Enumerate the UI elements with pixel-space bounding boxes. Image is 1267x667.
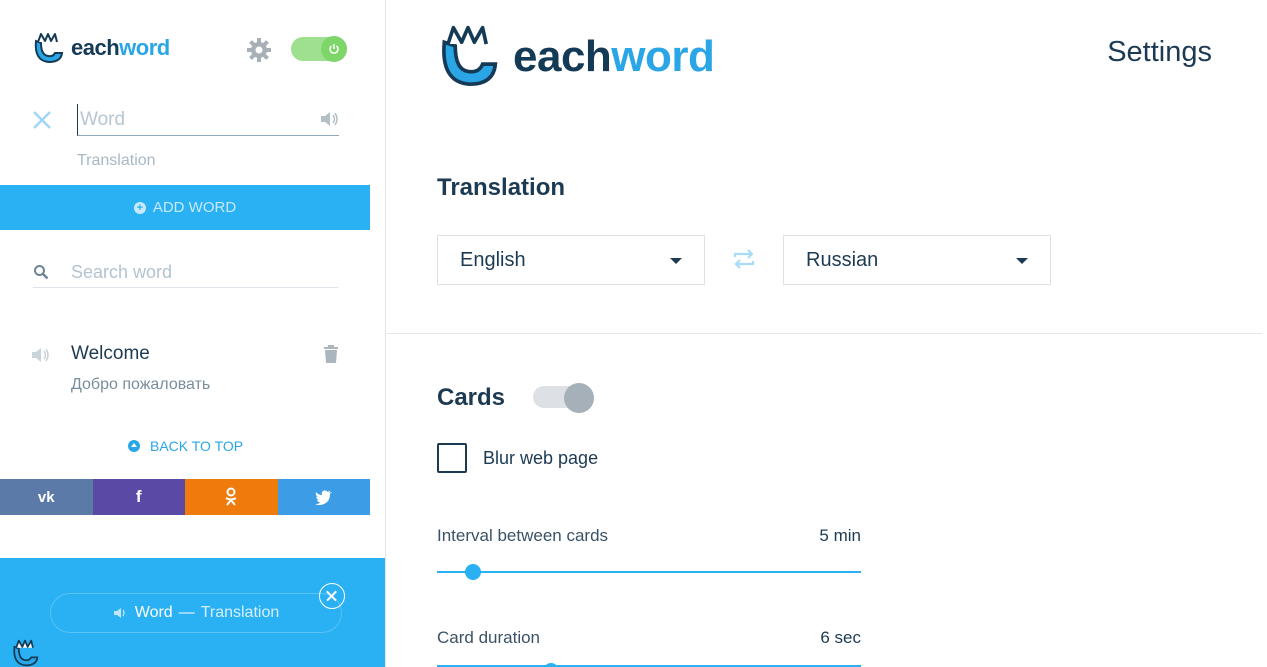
logo-each: each <box>71 35 120 60</box>
odnoklassniki-share-button[interactable] <box>185 479 278 515</box>
preview-dash: — <box>178 604 195 621</box>
close-preview-button[interactable] <box>319 583 345 609</box>
logo-word: word <box>119 35 170 60</box>
speaker-icon[interactable] <box>30 346 52 364</box>
swap-languages-icon[interactable] <box>732 248 756 270</box>
word-input[interactable] <box>77 104 339 136</box>
speaker-icon[interactable] <box>318 108 340 130</box>
back-to-top-link[interactable]: BACK TO TOP <box>128 438 243 454</box>
list-item-word: Welcome <box>71 343 150 364</box>
plus-icon: + <box>133 201 146 214</box>
card-preview: Word — Translation <box>0 558 385 667</box>
card-duration-label: Card duration <box>437 628 541 647</box>
section-divider <box>387 333 1262 334</box>
search-underline <box>33 287 71 288</box>
gear-icon[interactable] <box>245 36 273 64</box>
interval-value: 5 min <box>819 526 861 545</box>
slider-thumb[interactable] <box>465 564 482 580</box>
eachword-mascot-icon <box>442 25 498 87</box>
power-toggle[interactable] <box>291 36 347 62</box>
add-word-label: ADD WORD <box>152 199 237 216</box>
search-input[interactable] <box>71 258 338 288</box>
twitter-share-button[interactable] <box>277 479 370 515</box>
sidebar: eachword + ADD WORD <box>0 0 386 667</box>
social-bar: vk f <box>0 479 370 515</box>
cards-section-title: Cards <box>437 384 506 411</box>
eachword-logo[interactable]: eachword <box>31 31 170 65</box>
facebook-icon: f <box>135 487 142 506</box>
logo-word: word <box>611 32 715 81</box>
blur-web-page-checkbox[interactable] <box>437 443 467 473</box>
vk-icon: vk <box>37 488 55 506</box>
cards-toggle[interactable] <box>533 383 594 413</box>
chevron-down-icon <box>670 258 682 264</box>
logo-text: eachword <box>71 35 170 61</box>
slider-thumb[interactable] <box>543 663 559 667</box>
source-language-select[interactable]: English <box>437 235 705 285</box>
card-duration-value: 6 sec <box>820 628 861 647</box>
eachword-logo-large: eachword <box>437 22 715 88</box>
eachword-mascot-icon <box>34 33 64 64</box>
translation-input[interactable] <box>77 148 339 174</box>
facebook-share-button[interactable]: f <box>92 479 185 515</box>
settings-panel: eachword Settings Translation English Ru… <box>387 0 1267 667</box>
eachword-mascot-icon <box>13 639 39 667</box>
trash-icon[interactable] <box>322 344 340 364</box>
target-language-select[interactable]: Russian <box>783 235 1051 285</box>
add-word-button[interactable]: + ADD WORD <box>0 185 370 230</box>
close-icon[interactable] <box>30 108 54 132</box>
card-preview-bubble: Word — Translation <box>50 593 342 633</box>
arrow-up-icon <box>128 440 140 452</box>
power-icon <box>321 36 347 62</box>
chevron-down-icon <box>1016 258 1028 264</box>
interval-label: Interval between cards <box>437 526 609 545</box>
logo-text: eachword <box>513 32 715 82</box>
list-item[interactable]: Welcome Добро пожаловать <box>30 340 350 400</box>
search-icon <box>34 265 49 280</box>
toggle-knob <box>564 383 594 413</box>
back-to-top-label: BACK TO TOP <box>150 438 244 454</box>
interval-slider[interactable] <box>437 564 861 580</box>
vk-share-button[interactable]: vk <box>0 479 93 515</box>
list-item-translation: Добро пожаловать <box>71 376 211 393</box>
target-language-value: Russian <box>806 248 879 271</box>
source-language-value: English <box>460 248 526 271</box>
translation-section-title: Translation <box>437 174 566 201</box>
page-title: Settings <box>1107 36 1212 68</box>
preview-word: Word <box>134 604 173 621</box>
odnoklassniki-icon <box>225 487 237 506</box>
preview-translation: Translation <box>200 604 280 621</box>
speaker-icon <box>113 608 125 618</box>
blur-web-page-label: Blur web page <box>483 448 599 468</box>
logo-each: each <box>513 32 612 81</box>
twitter-icon <box>314 489 332 505</box>
